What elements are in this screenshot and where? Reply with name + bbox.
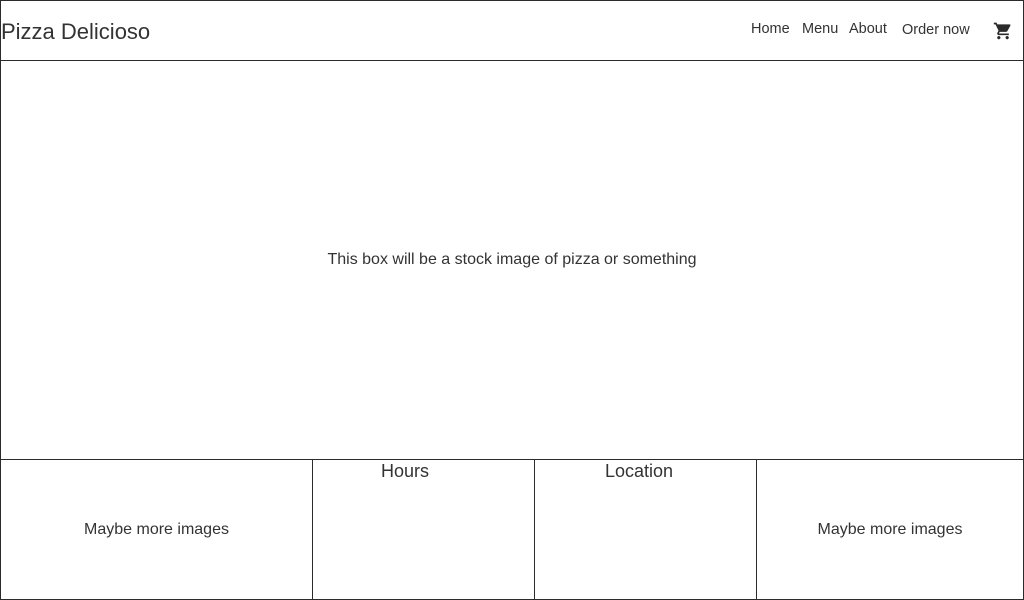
site-header: Pizza Delicioso Home Menu About Order no… xyxy=(0,0,1024,61)
image-placeholder-right-text: Maybe more images xyxy=(817,521,963,538)
image-placeholder-right: Maybe more images xyxy=(756,459,1024,600)
hero-placeholder-text: This box will be a stock image of pizza … xyxy=(327,251,697,268)
hero-image-placeholder: This box will be a stock image of pizza … xyxy=(0,60,1024,460)
image-placeholder-left-text: Maybe more images xyxy=(84,521,229,538)
page: Pizza Delicioso Home Menu About Order no… xyxy=(0,0,1024,600)
hours-heading: Hours xyxy=(381,461,430,481)
order-now-button[interactable]: Order now xyxy=(902,21,970,39)
location-heading: Location xyxy=(605,461,674,481)
hours-section: Hours xyxy=(312,459,535,600)
image-placeholder-left: Maybe more images xyxy=(0,459,313,600)
nav-home-link[interactable]: Home xyxy=(751,20,790,38)
site-title: Pizza Delicioso xyxy=(1,19,151,44)
nav-about-link[interactable]: About xyxy=(849,20,887,38)
location-section: Location xyxy=(534,459,757,600)
nav-menu-link[interactable]: Menu xyxy=(802,20,838,38)
shopping-cart-icon[interactable] xyxy=(993,21,1013,41)
